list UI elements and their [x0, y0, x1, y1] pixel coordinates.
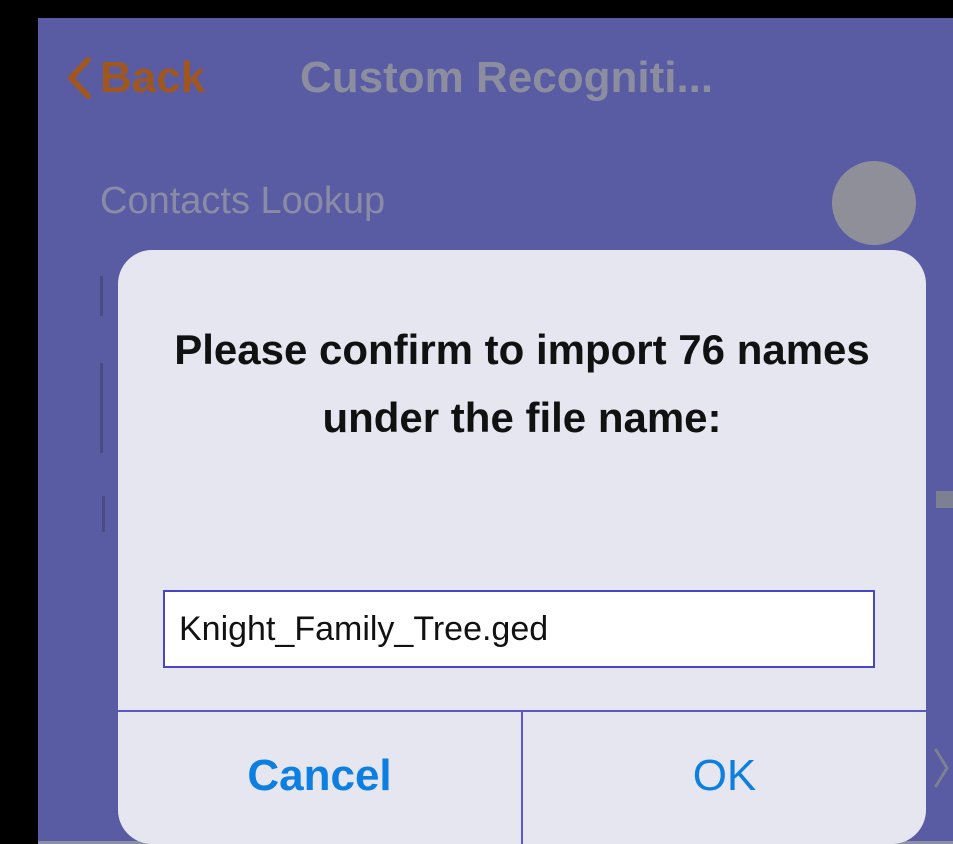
back-label: Back — [100, 53, 206, 102]
page-title: Custom Recogniti... — [300, 53, 714, 102]
app-screen: Back Custom Recogniti... Contacts Lookup… — [38, 18, 953, 844]
contacts-lookup-label: Contacts Lookup — [100, 180, 386, 222]
obscured-row-fragment — [100, 276, 119, 316]
obscured-toggle-fragment — [936, 491, 953, 508]
back-button[interactable]: Back — [66, 48, 205, 108]
import-confirm-dialog: Please confirm to import 76 names under … — [118, 250, 926, 844]
contacts-lookup-toggle[interactable] — [832, 161, 916, 245]
chevron-right-icon — [934, 748, 949, 788]
obscured-row-fragment — [100, 363, 119, 453]
cancel-button[interactable]: Cancel — [118, 712, 521, 844]
ok-button[interactable]: OK — [523, 712, 926, 844]
chevron-left-icon — [68, 57, 91, 99]
dialog-message: Please confirm to import 76 names under … — [174, 326, 870, 441]
filename-input[interactable] — [163, 590, 875, 668]
navigation-bar: Back Custom Recogniti... — [38, 18, 953, 138]
